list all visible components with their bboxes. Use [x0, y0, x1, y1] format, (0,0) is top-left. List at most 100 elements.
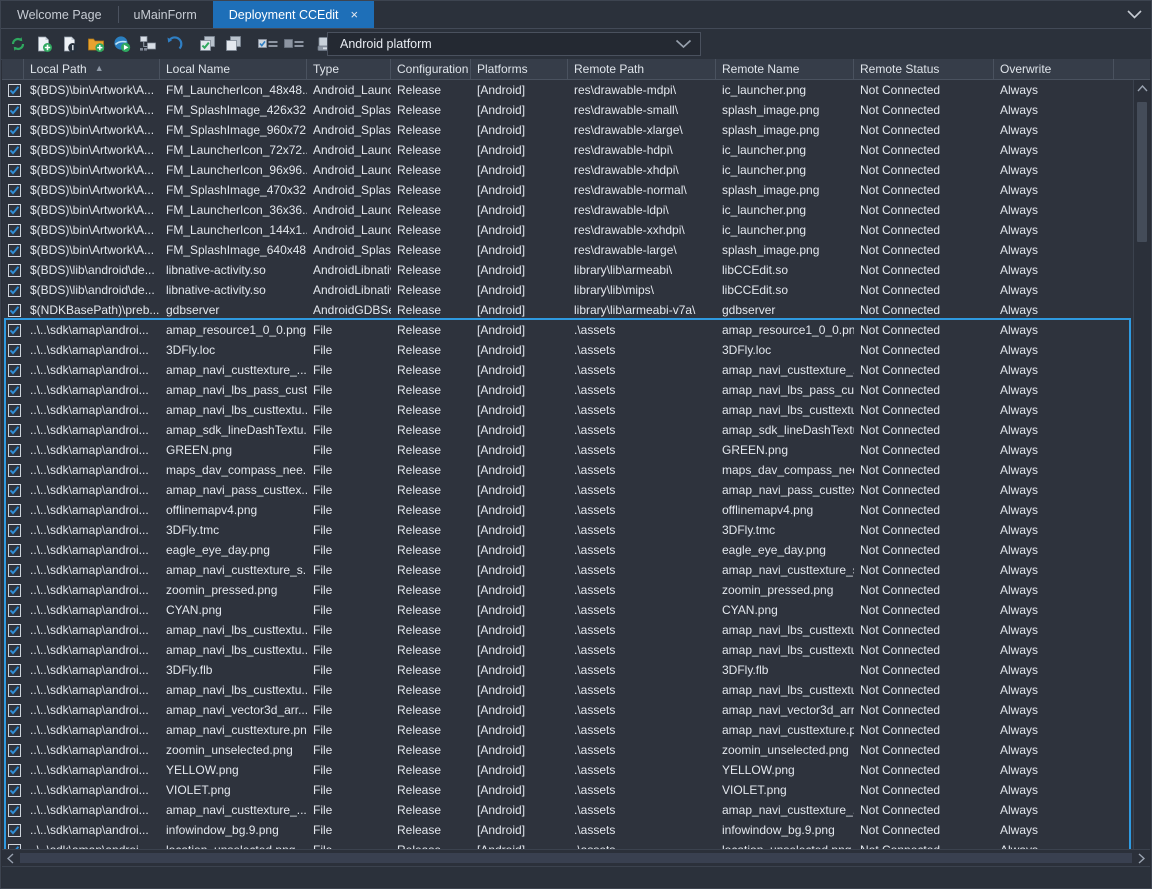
deploy-icon[interactable]	[110, 32, 134, 56]
row-checkbox[interactable]	[8, 423, 21, 437]
table-row[interactable]: ..\..\sdk\amap\androi... amap_navi_lbs_cu…	[2, 400, 1133, 420]
close-icon[interactable]: ×	[351, 8, 359, 21]
table-row[interactable]: ..\..\sdk\amap\androi... amap_resource1_0…	[2, 320, 1133, 340]
table-row[interactable]: ..\..\sdk\amap\androi... zoomin_pressed.p…	[2, 580, 1133, 600]
table-row[interactable]: ..\..\sdk\amap\androi... zoomin_unselecte…	[2, 740, 1133, 760]
row-checkbox[interactable]	[8, 443, 21, 457]
row-checkbox[interactable]	[8, 263, 21, 277]
row-checkbox[interactable]	[8, 743, 21, 757]
column-header-remote_path[interactable]: Remote Path	[568, 59, 716, 79]
table-row[interactable]: ..\..\sdk\amap\androi... amap_navi_lbs_cu…	[2, 620, 1133, 640]
row-checkbox[interactable]	[8, 523, 21, 537]
column-header-check[interactable]	[2, 59, 24, 79]
row-checkbox[interactable]	[8, 163, 21, 177]
connect-icon[interactable]	[136, 32, 160, 56]
table-row[interactable]: ..\..\sdk\amap\androi... amap_navi_lbs_pa…	[2, 380, 1133, 400]
horizontal-scrollbar-track[interactable]	[19, 850, 1133, 866]
column-header-local_name[interactable]: Local Name	[160, 59, 307, 79]
table-row[interactable]: $(BDS)\bin\Artwork\A... FM_LauncherIcon_1…	[2, 220, 1133, 240]
refresh-icon[interactable]	[6, 32, 30, 56]
table-row[interactable]: ..\..\sdk\amap\androi... offlinemapv4.png…	[2, 500, 1133, 520]
add-file-icon[interactable]	[32, 32, 56, 56]
row-checkbox[interactable]	[8, 143, 21, 157]
horizontal-scrollbar-thumb[interactable]	[20, 853, 1132, 863]
row-checkbox[interactable]	[8, 323, 21, 337]
table-row[interactable]: $(BDS)\bin\Artwork\A... FM_LauncherIcon_9…	[2, 160, 1133, 180]
row-checkbox[interactable]	[8, 763, 21, 777]
table-row[interactable]: ..\..\sdk\amap\androi... amap_navi_custte…	[2, 800, 1133, 820]
horizontal-scrollbar[interactable]	[2, 849, 1150, 866]
table-row[interactable]: $(BDS)\bin\Artwork\A... FM_SplashImage_42…	[2, 100, 1133, 120]
row-checkbox[interactable]	[8, 803, 21, 817]
row-checkbox[interactable]	[8, 303, 21, 317]
row-checkbox[interactable]	[8, 463, 21, 477]
row-checkbox[interactable]	[8, 703, 21, 717]
column-header-configuration[interactable]: Configuration	[391, 59, 471, 79]
table-row[interactable]: ..\..\sdk\amap\androi... amap_navi_custte…	[2, 720, 1133, 740]
row-checkbox[interactable]	[8, 503, 21, 517]
row-checkbox[interactable]	[8, 823, 21, 837]
table-row[interactable]: ..\..\sdk\amap\androi... amap_navi_pass_c…	[2, 480, 1133, 500]
table-row[interactable]: ..\..\sdk\amap\androi... amap_navi_custte…	[2, 360, 1133, 380]
platform-select[interactable]: Android platform	[327, 32, 701, 56]
row-checkbox[interactable]	[8, 643, 21, 657]
table-row[interactable]: ..\..\sdk\amap\androi... VIOLET.png File Re…	[2, 780, 1133, 800]
table-row[interactable]: ..\..\sdk\amap\androi... 3DFly.loc File Rel…	[2, 340, 1133, 360]
column-header-overwrite[interactable]: Overwrite	[994, 59, 1114, 79]
vertical-scrollbar-thumb[interactable]	[1137, 102, 1147, 242]
row-checkbox[interactable]	[8, 343, 21, 357]
table-row[interactable]: ..\..\sdk\amap\androi... GREEN.png File Rel…	[2, 440, 1133, 460]
chevron-down-icon[interactable]	[1117, 1, 1151, 28]
column-header-platforms[interactable]: Platforms	[471, 59, 568, 79]
table-row[interactable]: ..\..\sdk\amap\androi... amap_sdk_lineDas…	[2, 420, 1133, 440]
row-checkbox[interactable]	[8, 383, 21, 397]
row-checkbox[interactable]	[8, 783, 21, 797]
deselect-all-icon[interactable]	[222, 32, 246, 56]
row-checkbox[interactable]	[8, 623, 21, 637]
row-checkbox[interactable]	[8, 283, 21, 297]
remove-file-icon[interactable]	[58, 32, 82, 56]
table-row[interactable]: ..\..\sdk\amap\androi... amap_navi_custte…	[2, 560, 1133, 580]
row-checkbox[interactable]	[8, 243, 21, 257]
table-row[interactable]: ..\..\sdk\amap\androi... amap_navi_lbs_cu…	[2, 680, 1133, 700]
tab-deployment-ccedit[interactable]: Deployment CCEdit ×	[212, 1, 375, 28]
disable-checked-icon[interactable]	[282, 32, 306, 56]
column-header-remote_name[interactable]: Remote Name	[716, 59, 854, 79]
row-checkbox[interactable]	[8, 563, 21, 577]
scroll-left-icon[interactable]	[2, 852, 19, 864]
table-row[interactable]: ..\..\sdk\amap\androi... eagle_eye_day.pn…	[2, 540, 1133, 560]
row-checkbox[interactable]	[8, 183, 21, 197]
tab-welcome-page[interactable]: Welcome Page	[1, 1, 118, 28]
scroll-up-icon[interactable]	[1134, 80, 1150, 97]
table-row[interactable]: ..\..\sdk\amap\androi... maps_dav_compass…	[2, 460, 1133, 480]
row-checkbox[interactable]	[8, 123, 21, 137]
revert-icon[interactable]	[162, 32, 186, 56]
table-row[interactable]: $(BDS)\bin\Artwork\A... FM_LauncherIcon_7…	[2, 140, 1133, 160]
table-row[interactable]: $(BDS)\bin\Artwork\A... FM_SplashImage_96…	[2, 120, 1133, 140]
row-checkbox[interactable]	[8, 663, 21, 677]
table-row[interactable]: $(BDS)\bin\Artwork\A... FM_SplashImage_47…	[2, 180, 1133, 200]
row-checkbox[interactable]	[8, 583, 21, 597]
select-all-icon[interactable]	[196, 32, 220, 56]
table-row[interactable]: ..\..\sdk\amap\androi... CYAN.png File Rele…	[2, 600, 1133, 620]
table-row[interactable]: ..\..\sdk\amap\androi... amap_navi_lbs_cu…	[2, 640, 1133, 660]
column-header-local_path[interactable]: Local Path ▲	[24, 59, 160, 79]
table-row[interactable]: $(BDS)\bin\Artwork\A... FM_LauncherIcon_4…	[2, 80, 1133, 100]
add-folder-icon[interactable]	[84, 32, 108, 56]
tab-umainform[interactable]: uMainForm	[117, 1, 213, 28]
row-checkbox[interactable]	[8, 103, 21, 117]
row-checkbox[interactable]	[8, 223, 21, 237]
table-row[interactable]: $(NDKBasePath)\preb... gdbserver AndroidGD…	[2, 300, 1133, 320]
column-header-remote_status[interactable]: Remote Status	[854, 59, 994, 79]
table-row[interactable]: $(BDS)\lib\android\de... libnative-activi…	[2, 280, 1133, 300]
row-checkbox[interactable]	[8, 403, 21, 417]
table-row[interactable]: ..\..\sdk\amap\androi... infowindow_bg.9.…	[2, 820, 1133, 840]
table-row[interactable]: ..\..\sdk\amap\androi... amap_navi_vector…	[2, 700, 1133, 720]
table-row[interactable]: $(BDS)\bin\Artwork\A... FM_LauncherIcon_3…	[2, 200, 1133, 220]
table-row[interactable]: ..\..\sdk\amap\androi... 3DFly.flb File Rel…	[2, 660, 1133, 680]
column-header-type[interactable]: Type	[307, 59, 391, 79]
vertical-scrollbar[interactable]	[1133, 80, 1150, 849]
scroll-right-icon[interactable]	[1133, 852, 1150, 864]
row-checkbox[interactable]	[8, 543, 21, 557]
table-row[interactable]: ..\..\sdk\amap\androi... 3DFly.tmc File Rel…	[2, 520, 1133, 540]
